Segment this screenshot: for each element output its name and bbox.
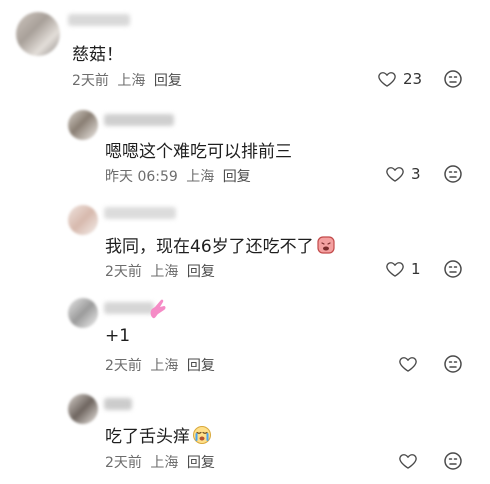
sad-face-icon[interactable] (443, 259, 463, 279)
sad-face-icon[interactable] (443, 69, 463, 89)
comment-location: 上海 (186, 169, 215, 185)
reply-button[interactable]: 回复 (187, 455, 215, 471)
comment-item: 慈菇！ 2天前 上海 回复 23 (0, 0, 490, 95)
like-button[interactable]: 23 (377, 69, 422, 89)
username-blurred[interactable] (68, 14, 130, 26)
comment-location: 上海 (150, 358, 179, 374)
like-button[interactable]: 1 (385, 259, 421, 279)
comment-text-content: 吃了舌头痒 (105, 427, 190, 447)
crying-face-emoji (317, 236, 335, 254)
reply-comment-item: 嗯嗯这个难吃可以排前三 昨天 06:59 上海 回复 3 (0, 100, 490, 195)
reply-button[interactable]: 回复 (223, 169, 251, 185)
reply-comment-item: +1 2天前 上海 回复 (0, 290, 490, 385)
avatar[interactable] (16, 12, 60, 56)
comment-meta: 2天前 上海 回复 (72, 70, 186, 90)
comment-text: 我同，现在46岁了还吃不了 (105, 232, 336, 257)
crying-face-emoji (193, 426, 211, 444)
comment-date: 2天前 (72, 73, 109, 89)
like-button[interactable] (398, 451, 418, 471)
username-blurred[interactable] (104, 114, 174, 126)
comment-date: 昨天 06:59 (105, 169, 178, 185)
reply-comment-item: 我同，现在46岁了还吃不了 2天前 上海 回复 1 (0, 195, 490, 290)
pink-hand-emoji (150, 299, 166, 319)
comment-text: 嗯嗯这个难吃可以排前三 (105, 142, 292, 162)
avatar[interactable] (68, 298, 98, 328)
reply-button[interactable]: 回复 (154, 73, 182, 89)
like-button[interactable]: 3 (385, 164, 421, 184)
comment-meta: 2天前 上海 回复 (105, 355, 219, 375)
heart-outline-icon (399, 454, 417, 469)
heart-outline-icon (386, 262, 404, 277)
reply-button[interactable]: 回复 (187, 264, 215, 280)
comment-text: +1 (105, 326, 131, 346)
username-blurred[interactable] (104, 398, 132, 410)
sad-face-icon[interactable] (443, 354, 463, 374)
avatar[interactable] (68, 110, 98, 140)
avatar[interactable] (68, 205, 98, 235)
comment-meta: 昨天 06:59 上海 回复 (105, 166, 255, 186)
like-button[interactable] (398, 354, 418, 374)
comment-text: 吃了舌头痒 (105, 422, 212, 447)
comment-meta: 2天前 上海 回复 (105, 261, 219, 281)
comment-date: 2天前 (105, 358, 142, 374)
sad-face-icon[interactable] (443, 451, 463, 471)
comment-location: 上海 (117, 73, 146, 89)
comment-text: 慈菇！ (72, 45, 123, 65)
reply-comment-item: 吃了舌头痒 2天前 上海 回复 (0, 385, 490, 484)
comment-text-content: 我同，现在46岁了还吃不了 (105, 237, 314, 257)
sad-face-icon[interactable] (443, 164, 463, 184)
avatar[interactable] (68, 394, 98, 424)
like-count: 1 (411, 260, 421, 278)
comment-location: 上海 (150, 455, 179, 471)
username-blurred[interactable] (104, 207, 176, 219)
heart-outline-icon (399, 357, 417, 372)
comment-meta: 2天前 上海 回复 (105, 452, 219, 472)
comment-date: 2天前 (105, 264, 142, 280)
like-count: 3 (411, 165, 421, 183)
reply-button[interactable]: 回复 (187, 358, 215, 374)
comment-location: 上海 (150, 264, 179, 280)
heart-outline-icon (378, 72, 396, 87)
like-count: 23 (403, 70, 423, 88)
username-blurred[interactable] (104, 302, 154, 314)
comment-date: 2天前 (105, 455, 142, 471)
heart-outline-icon (386, 167, 404, 182)
